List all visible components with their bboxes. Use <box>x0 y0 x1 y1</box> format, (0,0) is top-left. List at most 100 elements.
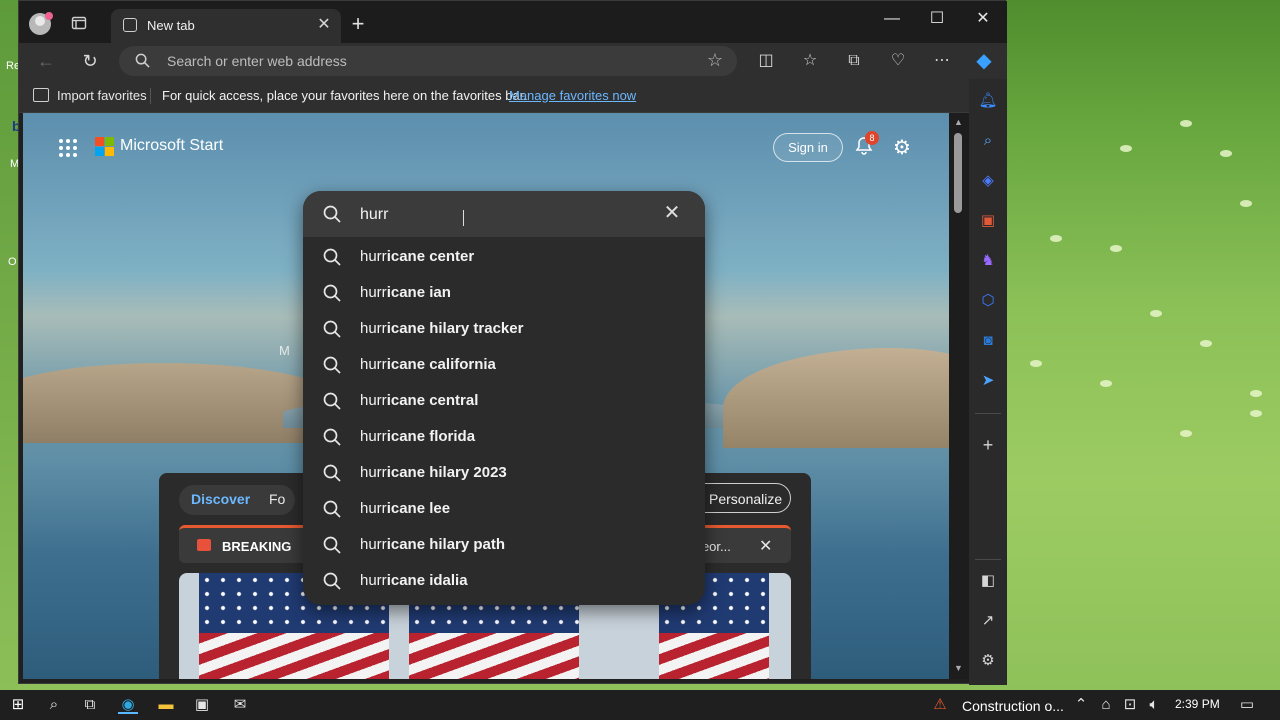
edge-browser-icon[interactable]: ◉ <box>118 696 138 714</box>
add-sidebar-app-icon[interactable]: + <box>978 435 998 455</box>
breaking-label: BREAKING <box>222 539 292 554</box>
search-icon <box>323 320 341 338</box>
address-placeholder: Search or enter web address <box>167 53 347 69</box>
suggestion-item[interactable]: hurricane ian <box>303 275 705 311</box>
favorites-icon[interactable]: ☆ <box>799 50 821 72</box>
close-icon[interactable]: ✕ <box>759 536 772 556</box>
search-icon <box>323 356 341 374</box>
suggestion-prefix: hurr <box>360 500 387 517</box>
search-icon[interactable]: ⌕ <box>44 696 64 714</box>
copilot-icon[interactable]: ◆ <box>973 50 995 72</box>
app-launcher-icon[interactable] <box>59 139 77 157</box>
address-bar[interactable]: Search or enter web address ☆ <box>119 46 737 76</box>
shopping-tag-icon[interactable]: ◈ <box>978 171 998 191</box>
search-icon[interactable]: ⌕ <box>978 131 998 151</box>
search-suggestions-dropdown: hurr ✕ hurricane center hurricane ian hurr… <box>303 191 705 605</box>
refresh-button[interactable]: ↻ <box>77 49 103 73</box>
network-icon[interactable]: ⊡ <box>1120 696 1140 714</box>
suggestion-completion: icane hilary path <box>386 536 506 553</box>
manage-favorites-link[interactable]: Manage favorites now <box>509 88 636 103</box>
task-view-icon[interactable]: ⧉ <box>80 696 100 714</box>
sidebar-divider <box>975 413 1001 414</box>
suggestion-prefix: hurr <box>360 572 387 589</box>
external-link-icon[interactable]: ↗ <box>978 611 998 631</box>
suggestion-label: hurricane hilary path <box>360 536 505 553</box>
new-tab-button[interactable]: + <box>347 13 369 35</box>
meet-now-icon[interactable]: ⌂ <box>1096 696 1116 714</box>
search-input[interactable]: hurr ✕ <box>303 191 705 237</box>
microsoft-365-icon[interactable]: ⬡ <box>978 291 998 311</box>
suggestion-item[interactable]: hurricane idalia <box>303 563 705 599</box>
partial-text: M <box>279 343 290 358</box>
hide-sidebar-icon[interactable]: ◧ <box>978 571 998 591</box>
suggestion-item[interactable]: hurricane central <box>303 383 705 419</box>
profile-notification-dot <box>45 12 53 20</box>
scrollbar-thumb[interactable] <box>954 133 962 213</box>
games-icon[interactable]: ♞ <box>978 251 998 271</box>
search-icon <box>323 205 341 223</box>
tray-alert-label[interactable]: Construction o... <box>962 698 1064 714</box>
close-window-button[interactable]: ✕ <box>963 7 1003 31</box>
import-favorites-icon <box>33 88 49 102</box>
suggestion-completion: icane ian <box>386 284 451 301</box>
maximize-button[interactable]: ☐ <box>917 7 957 31</box>
brand-title[interactable]: Microsoft Start <box>120 137 223 155</box>
file-explorer-icon[interactable]: ▬ <box>156 696 176 714</box>
suggestion-item[interactable]: hurricane hilary path <box>303 527 705 563</box>
more-options-icon[interactable]: ⋯ <box>931 50 953 72</box>
scroll-up-arrow-icon[interactable]: ▲ <box>954 117 963 127</box>
favorites-message: For quick access, place your favorites h… <box>162 88 527 103</box>
volume-muted-icon[interactable]: 🔈︎ <box>1144 696 1164 714</box>
add-favorite-star-icon[interactable]: ☆ <box>707 50 723 71</box>
scroll-down-arrow-icon[interactable]: ▼ <box>954 663 963 673</box>
tab-discover-label: Discover <box>191 491 251 507</box>
suggestion-item[interactable]: hurricane center <box>303 239 705 275</box>
sidebar-settings-icon[interactable]: ⚙ <box>978 651 998 671</box>
suggestion-completion: icane lee <box>386 500 451 517</box>
show-hidden-icons-icon[interactable]: ⌃ <box>1071 696 1091 714</box>
windows-start-icon[interactable]: ⊞ <box>8 696 28 714</box>
suggestion-prefix: hurr <box>360 284 387 301</box>
import-favorites-button[interactable]: Import favorites <box>57 88 147 103</box>
split-screen-icon[interactable]: ◫ <box>755 50 777 72</box>
search-icon <box>323 500 341 518</box>
collections-icon[interactable]: ⧉ <box>843 50 865 72</box>
suggestion-item[interactable]: hurricane hilary 2023 <box>303 455 705 491</box>
suggestion-prefix: hurr <box>360 536 387 553</box>
search-icon <box>323 428 341 446</box>
notification-center-icon[interactable]: ▭ <box>1237 696 1257 714</box>
suggestion-label: hurricane center <box>360 248 474 265</box>
suggestion-item[interactable]: hurricane california <box>303 347 705 383</box>
suggestion-item[interactable]: hurricane florida <box>303 419 705 455</box>
page-settings-gear-icon[interactable]: ⚙ <box>893 135 915 159</box>
clear-search-icon[interactable]: ✕ <box>661 202 683 224</box>
favorites-bar: Import favorites For quick access, place… <box>19 79 969 113</box>
suggestion-item[interactable]: hurricane hilary tracker <box>303 311 705 347</box>
drop-icon[interactable]: ➤ <box>978 371 998 391</box>
sign-in-button[interactable]: Sign in <box>773 133 843 162</box>
favorites-divider <box>150 88 151 104</box>
search-icon <box>323 464 341 482</box>
traffic-alert-icon[interactable]: ⚠ <box>930 696 950 714</box>
suggestion-label: hurricane florida <box>360 428 475 445</box>
tab-actions-icon[interactable] <box>67 11 91 35</box>
notification-bell-icon[interactable]: 🔔︎ <box>978 91 998 111</box>
minimize-button[interactable]: — <box>872 7 912 31</box>
new-tab-page-icon <box>123 18 137 32</box>
search-icon <box>323 248 341 266</box>
tab-partial-label[interactable]: Fo <box>269 491 285 507</box>
navigation-toolbar: ← ↻ Search or enter web address ☆ ◫ ☆ ⧉ … <box>19 43 1007 79</box>
close-tab-icon[interactable]: ✕ <box>315 15 333 35</box>
suggestion-completion: icane center <box>386 248 475 265</box>
suggestion-item[interactable]: hurricane lee <box>303 491 705 527</box>
desktop-partial-label[interactable]: O <box>8 256 17 268</box>
tab-new-tab[interactable]: New tab ✕ <box>111 9 341 43</box>
store-icon[interactable]: ▣ <box>192 696 212 714</box>
back-button[interactable]: ← <box>33 49 59 73</box>
browser-essentials-icon[interactable]: ♡ <box>887 50 909 72</box>
suggestion-completion: icane hilary tracker <box>386 320 524 337</box>
outlook-icon[interactable]: ◙ <box>978 331 998 351</box>
tools-icon[interactable]: ▣ <box>978 211 998 231</box>
mail-icon[interactable]: ✉ <box>230 696 250 714</box>
clock[interactable]: 2:39 PM <box>1175 697 1220 711</box>
